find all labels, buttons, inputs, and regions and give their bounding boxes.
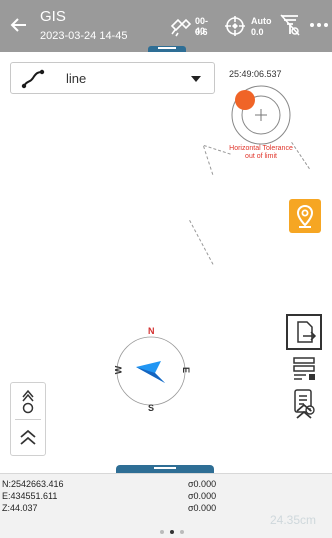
datetime-label: 2023-03-24 14-45	[40, 30, 128, 42]
map-line	[189, 220, 214, 265]
page-dot	[180, 530, 184, 534]
compass-south: S	[148, 403, 155, 413]
export-button[interactable]	[286, 314, 322, 350]
polyline-icon	[21, 69, 45, 89]
time-label: 25:49:06.537	[229, 69, 282, 79]
location-pin-button[interactable]	[289, 199, 321, 233]
northing-value: N:2542663.416	[2, 479, 64, 489]
map-line	[203, 145, 231, 155]
page-dot-active	[170, 530, 174, 534]
map-view[interactable]: line 25:49:06.537 Horizontal Tolerance o…	[0, 52, 332, 465]
tolerance-indicator	[228, 82, 294, 148]
satellite-icon	[170, 18, 192, 37]
back-arrow-icon[interactable]	[8, 14, 30, 36]
satellite-status[interactable]: 00-40 0.6	[168, 12, 218, 40]
list-button[interactable]	[290, 354, 318, 382]
chevron-up-icon[interactable]	[15, 425, 41, 451]
sigma-easting: σ0.000	[188, 491, 217, 501]
fix-mode: Auto	[251, 16, 272, 26]
left-tool-panel	[10, 382, 46, 456]
divider	[15, 419, 41, 420]
crosshair-icon	[225, 16, 245, 36]
fix-status[interactable]: Auto 0.0	[224, 12, 274, 40]
elevation-value: Z:44.037	[2, 503, 38, 513]
tolerance-warning: Horizontal Tolerance out of limit	[229, 145, 293, 160]
compass-west: W	[113, 365, 124, 375]
location-pin-icon	[296, 204, 314, 228]
compass-east: E	[181, 366, 192, 374]
sigma-elevation: σ0.000	[188, 503, 217, 513]
page-indicator	[160, 530, 190, 536]
layer-select-value: line	[66, 71, 87, 86]
rover-station-icon[interactable]	[15, 387, 41, 415]
compass-north: N	[148, 326, 155, 336]
compass: N S W E	[104, 324, 198, 418]
fix-age: 0.0	[251, 27, 264, 37]
gis-screen: GIS 2023-03-24 14-45 00-40 0.6 Auto 0.0	[0, 0, 332, 538]
map-line	[203, 146, 214, 175]
top-bar: GIS 2023-03-24 14-45 00-40 0.6 Auto 0.0	[0, 0, 332, 52]
chevron-down-icon	[191, 76, 201, 82]
chevron-up-icon[interactable]	[290, 400, 318, 424]
satellite-pdop: 0.6	[195, 27, 208, 37]
easting-value: E:434551.611	[2, 491, 58, 501]
bottom-drawer-handle[interactable]	[116, 465, 214, 473]
page-dot	[160, 530, 164, 534]
page-title: GIS	[40, 8, 66, 25]
coordinate-panel: N:2542663.416 E:434551.611 Z:44.037 σ0.0…	[0, 473, 332, 538]
list-icon	[293, 357, 315, 380]
more-icon[interactable]	[308, 14, 330, 36]
antenna-icon[interactable]	[279, 13, 301, 37]
scale-value: 24.35cm	[270, 513, 317, 527]
layer-select[interactable]: line	[10, 62, 215, 94]
sigma-northing: σ0.000	[188, 479, 217, 489]
export-icon	[297, 321, 317, 343]
